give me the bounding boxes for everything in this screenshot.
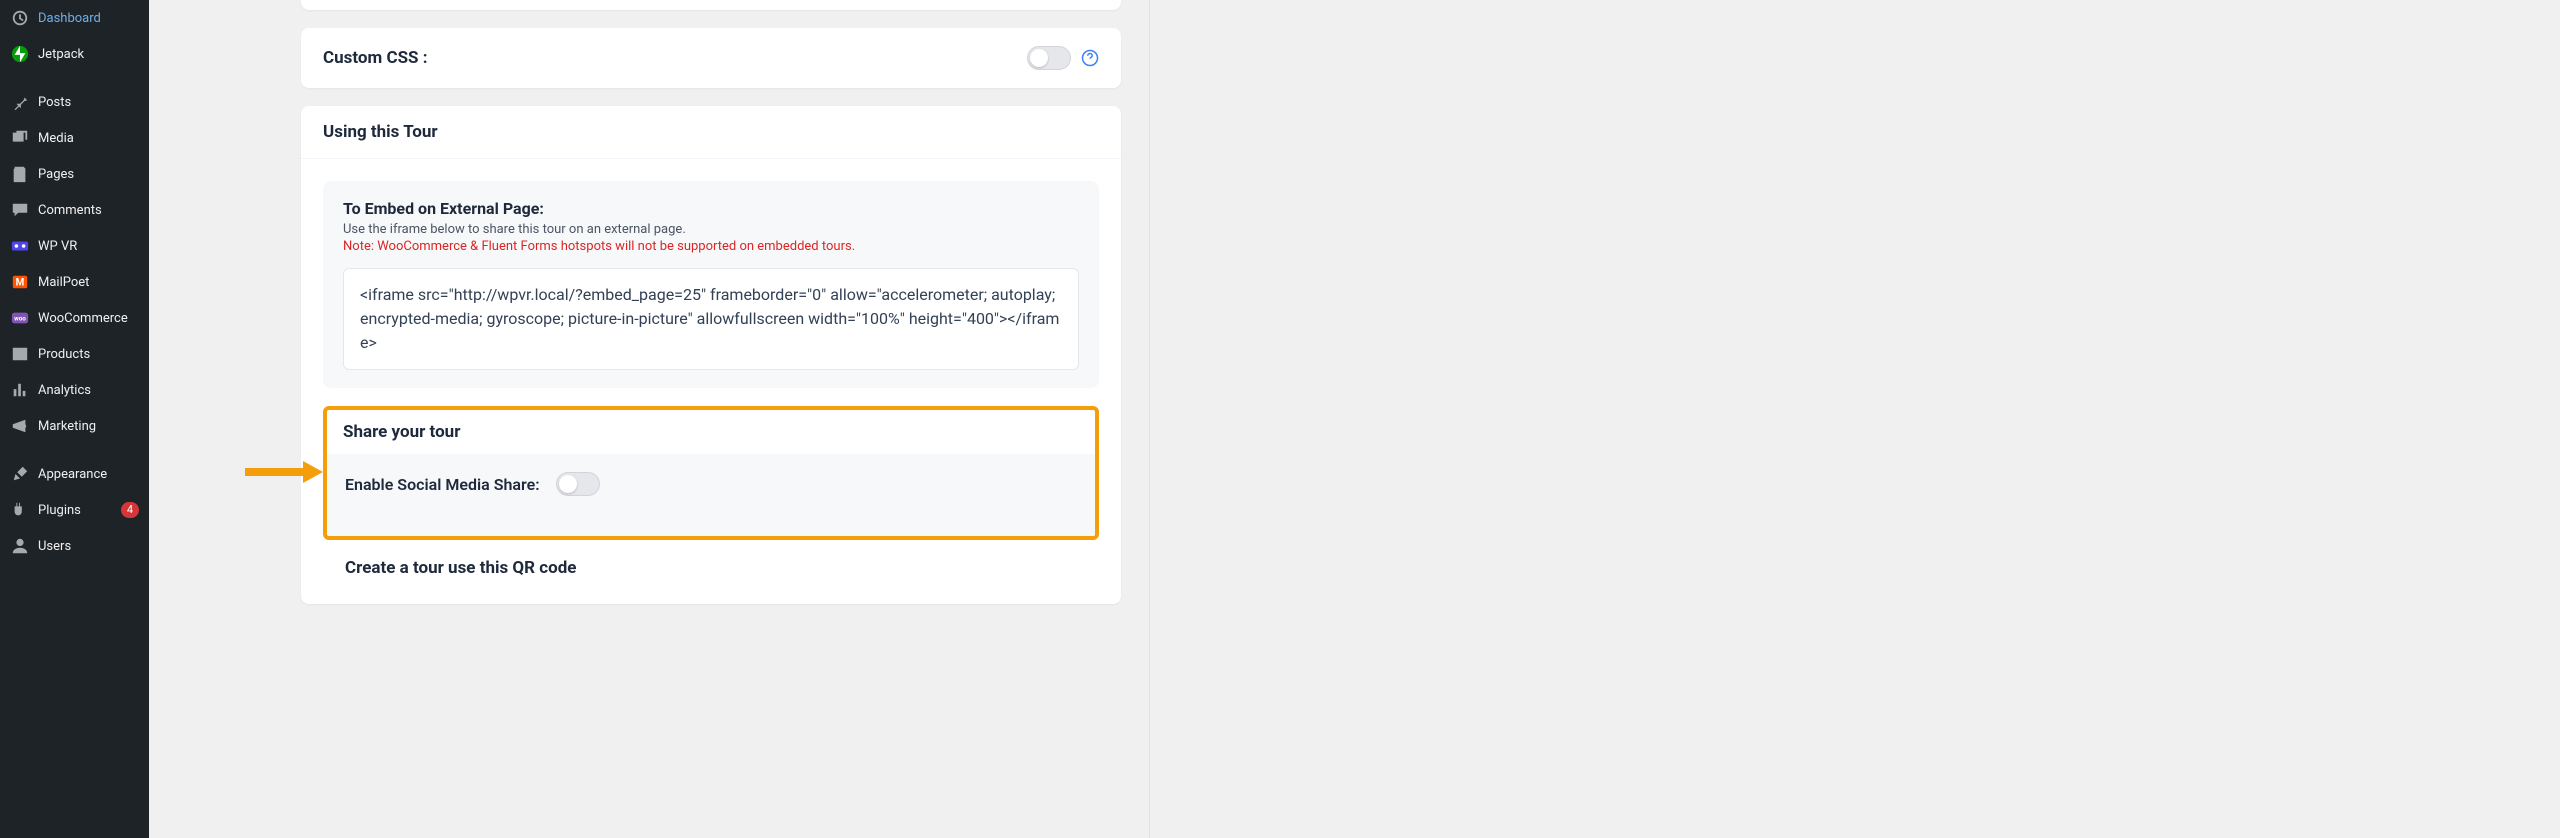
vr-icon [10,236,30,256]
main-content: Custom CSS : Using this Tour To Embed on… [149,0,2560,838]
sidebar-item-label: WP VR [38,239,139,254]
mailpoet-icon: M [10,272,30,292]
users-icon [10,536,30,556]
sidebar-item-dashboard[interactable]: Dashboard [0,0,149,36]
sidebar-item-label: Appearance [38,467,139,482]
sidebar-item-posts[interactable]: Posts [0,84,149,120]
admin-sidebar: Dashboard Jetpack Posts Media Pages Comm… [0,0,149,838]
pin-icon [10,92,30,112]
sidebar-item-label: Comments [38,203,139,218]
sidebar-item-media[interactable]: Media [0,120,149,156]
iframe-code-box[interactable]: <iframe src="http://wpvr.local/?embed_pa… [343,268,1079,370]
sidebar-item-label: Posts [38,95,139,110]
custom-css-label: Custom CSS : [323,48,428,68]
sidebar-item-woocommerce[interactable]: woo WooCommerce [0,300,149,336]
pages-icon [10,164,30,184]
sidebar-item-users[interactable]: Users [0,528,149,564]
appearance-icon [10,464,30,484]
help-icon[interactable] [1081,49,1099,67]
sidebar-item-marketing[interactable]: Marketing [0,408,149,444]
custom-css-card: Custom CSS : [301,28,1121,88]
jetpack-icon [10,44,30,64]
sidebar-item-label: Users [38,539,139,554]
card-stub [301,0,1121,10]
sidebar-item-products[interactable]: Products [0,336,149,372]
sidebar-item-pages[interactable]: Pages [0,156,149,192]
social-share-toggle[interactable] [556,472,600,496]
analytics-icon [10,380,30,400]
right-panel [1149,0,2560,838]
sidebar-item-label: WooCommerce [38,311,139,326]
custom-css-toggle[interactable] [1027,46,1071,70]
svg-text:M: M [16,278,25,289]
marketing-icon [10,416,30,436]
using-tour-heading: Using this Tour [301,106,1121,159]
sidebar-item-wpvr[interactable]: WP VR [0,228,149,264]
sidebar-item-label: MailPoet [38,275,139,290]
embed-panel: To Embed on External Page: Use the ifram… [323,181,1099,388]
sidebar-item-jetpack[interactable]: Jetpack [0,36,149,72]
embed-note: Note: WooCommerce & Fluent Forms hotspot… [343,239,1079,254]
sidebar-item-label: Pages [38,167,139,182]
using-tour-card: Using this Tour To Embed on External Pag… [301,106,1121,604]
plugins-icon [10,500,30,520]
update-badge: 4 [121,502,139,518]
sidebar-item-label: Dashboard [38,11,139,26]
products-icon [10,344,30,364]
sidebar-item-mailpoet[interactable]: M MailPoet [0,264,149,300]
embed-subtitle: Use the iframe below to share this tour … [343,222,1079,237]
share-toggle-label: Enable Social Media Share: [345,475,540,494]
embed-title: To Embed on External Page: [343,199,1079,218]
sidebar-item-label: Jetpack [38,47,139,62]
sidebar-item-analytics[interactable]: Analytics [0,372,149,408]
qr-heading: Create a tour use this QR code [323,540,1099,582]
sidebar-item-label: Analytics [38,383,139,398]
sidebar-item-appearance[interactable]: Appearance [0,456,149,492]
dashboard-icon [10,8,30,28]
sidebar-item-plugins[interactable]: Plugins 4 [0,492,149,528]
svg-text:woo: woo [14,315,26,323]
comments-icon [10,200,30,220]
sidebar-item-comments[interactable]: Comments [0,192,149,228]
share-tour-heading: Share your tour [327,410,1095,454]
woocommerce-icon: woo [10,308,30,328]
sidebar-item-label: Marketing [38,419,139,434]
sidebar-item-label: Plugins [38,503,109,518]
share-tour-card: Share your tour Enable Social Media Shar… [323,406,1099,540]
sidebar-item-label: Media [38,131,139,146]
arrow-icon [245,461,323,483]
media-icon [10,128,30,148]
sidebar-item-label: Products [38,347,139,362]
